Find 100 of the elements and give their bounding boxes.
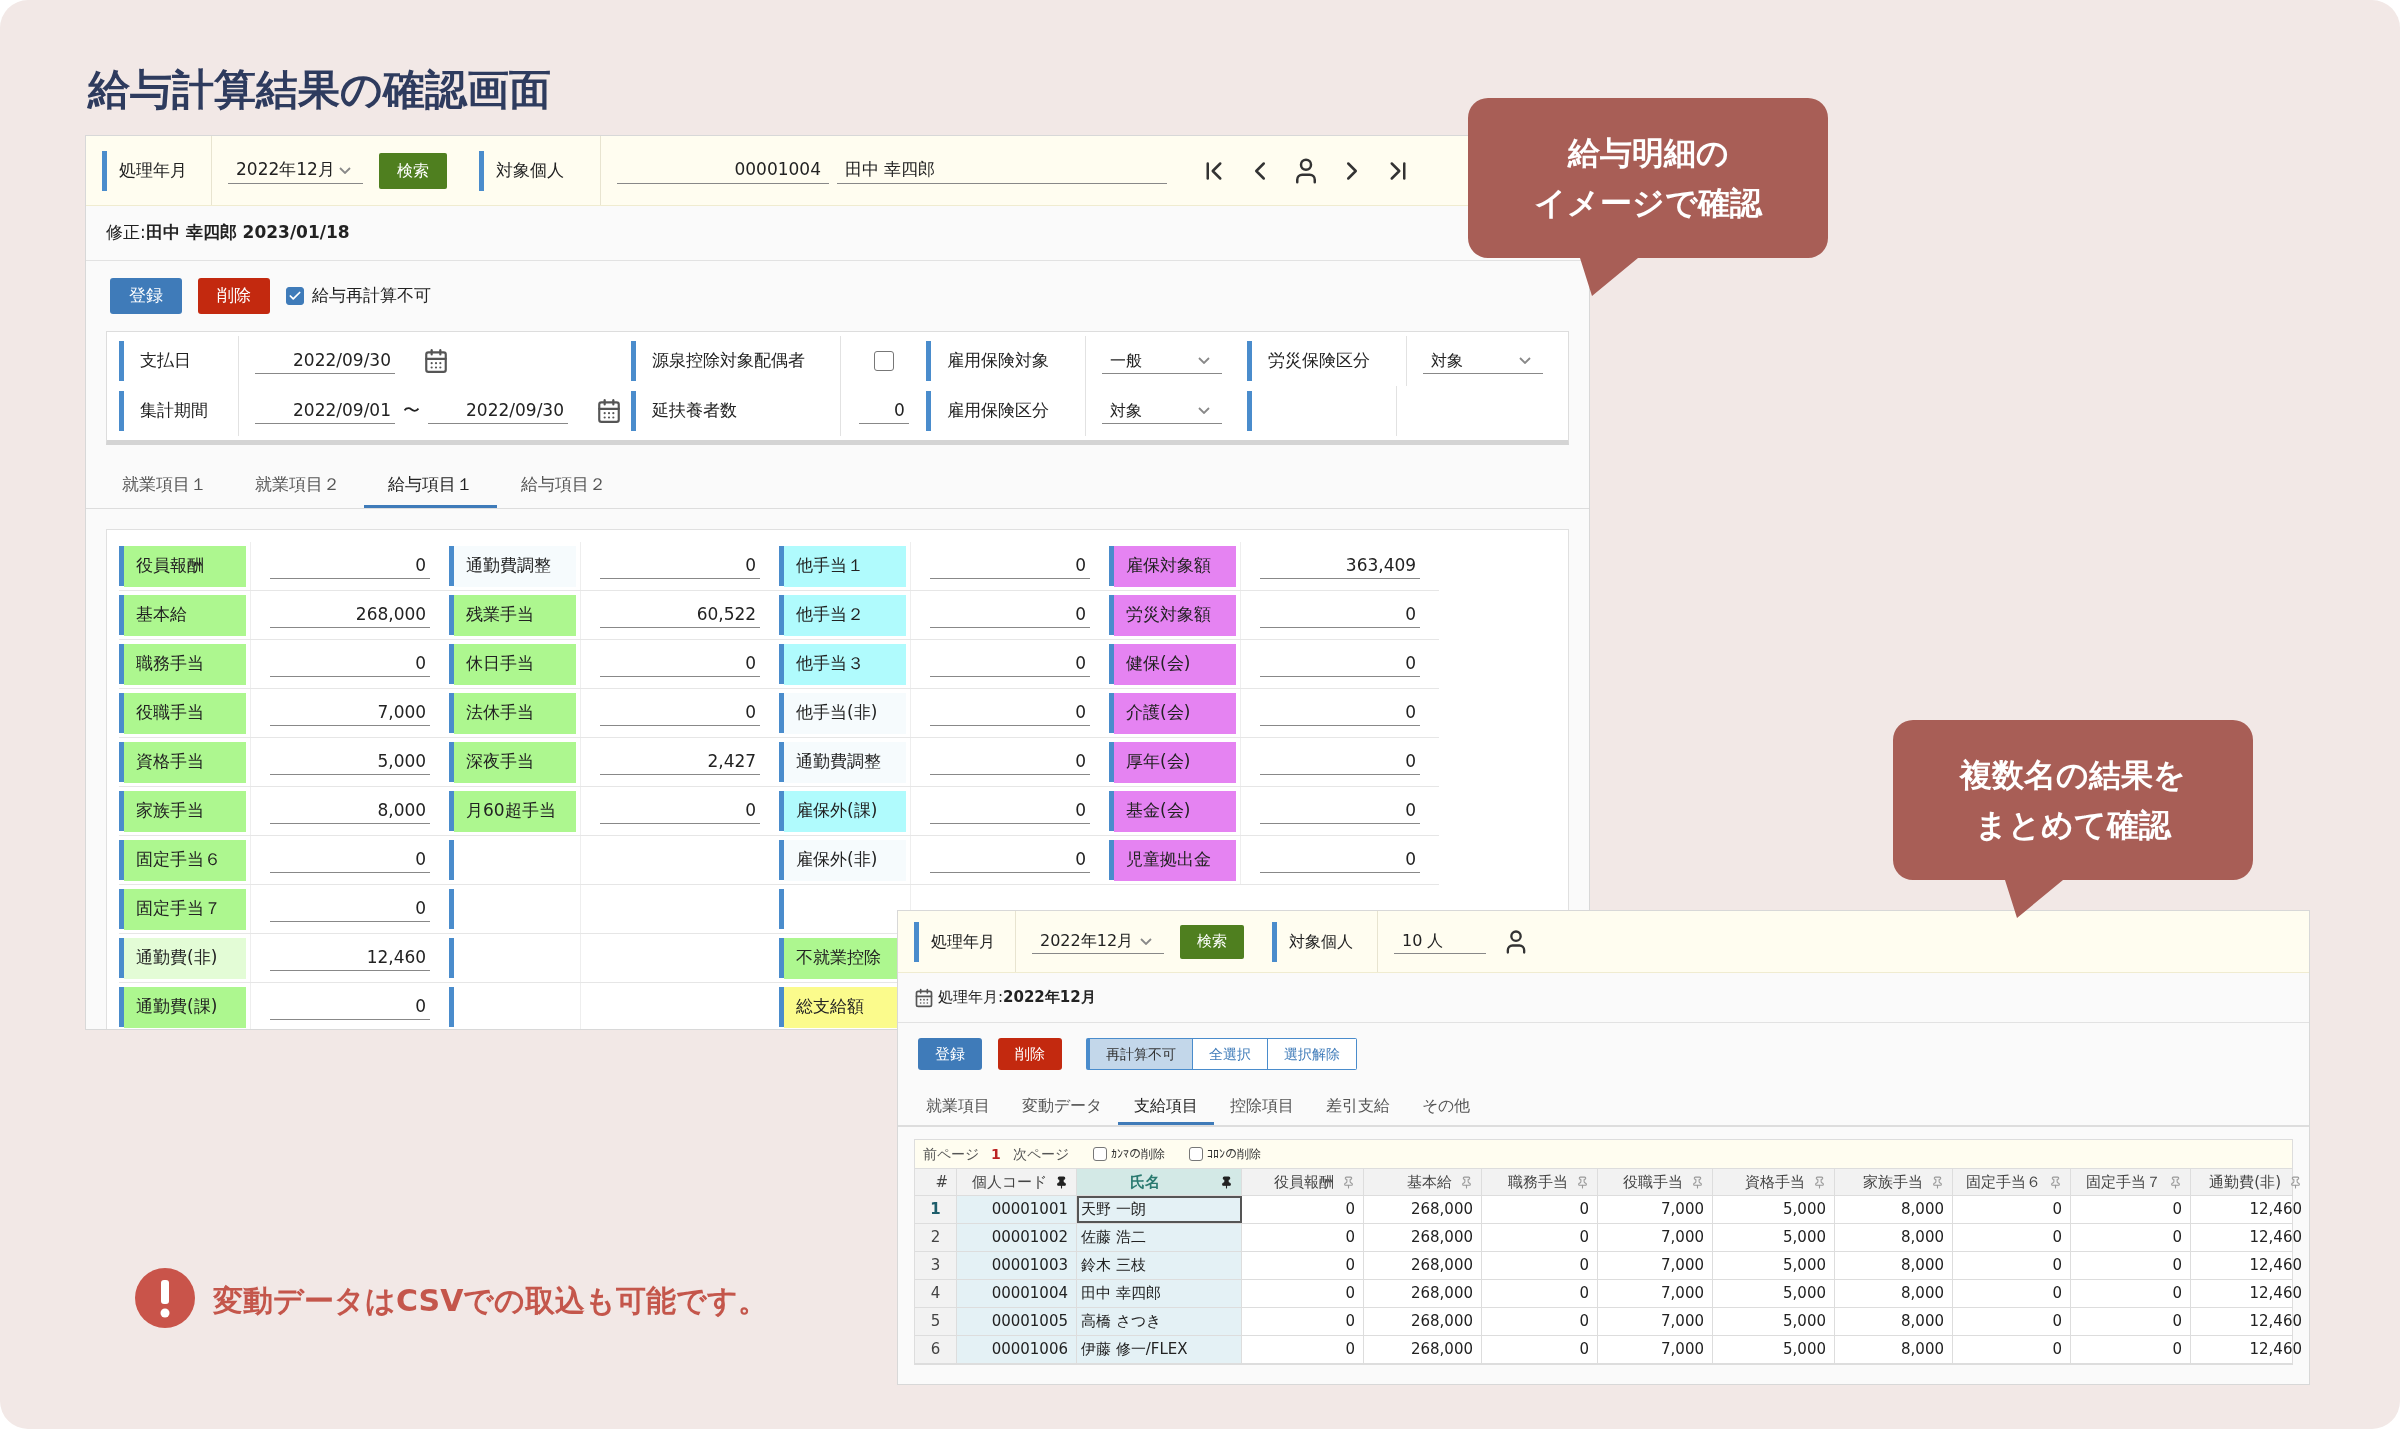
amount-field[interactable]: 0	[1260, 699, 1421, 727]
select-field[interactable]: 2022年12月	[228, 157, 363, 184]
table-cell: 0	[1482, 1308, 1598, 1335]
previous-page-link[interactable]: 前ページ	[923, 1143, 979, 1165]
amount-field[interactable]: 0	[1260, 797, 1421, 825]
row-number[interactable]: 1	[915, 1196, 957, 1223]
item-label: 他手当(非)	[784, 692, 907, 734]
amount-field[interactable]: 0	[270, 552, 431, 580]
register-button[interactable]: 登録	[110, 278, 182, 314]
amount-field[interactable]: 0	[600, 552, 761, 580]
amount-field[interactable]: 0	[600, 650, 761, 678]
number-field[interactable]: 0	[858, 397, 909, 425]
amount-field[interactable]: 0	[930, 846, 1091, 874]
item-label: 介護(会)	[1114, 692, 1237, 734]
column-header[interactable]: 基本給	[1364, 1169, 1482, 1195]
amount-field[interactable]: 0	[930, 650, 1091, 678]
amount-field[interactable]: 0	[930, 797, 1091, 825]
amount-field[interactable]: 0	[1260, 846, 1421, 874]
amount-field[interactable]: 5,000	[270, 748, 431, 776]
amount-field[interactable]: 0	[270, 846, 431, 874]
tab[interactable]: 変動データ	[1006, 1094, 1118, 1125]
amount-field[interactable]: 0	[930, 552, 1091, 580]
checkbox[interactable]	[1188, 1147, 1203, 1161]
calendar-icon[interactable]	[423, 348, 449, 374]
tab[interactable]: 給与項目２	[497, 471, 630, 508]
tab[interactable]: その他	[1406, 1094, 1486, 1125]
amount-field[interactable]: 0	[270, 895, 431, 923]
checkbox-label[interactable]: ｺﾛﾝの削除	[1206, 1145, 1261, 1163]
tab[interactable]: 就業項目１	[98, 471, 231, 508]
column-header[interactable]: #	[915, 1169, 957, 1195]
employee-name-field[interactable]: 田中 幸四郎	[837, 157, 1167, 184]
delete-button[interactable]: 削除	[998, 1038, 1062, 1070]
amount-field[interactable]: 268,000	[270, 601, 431, 629]
amount-field[interactable]: 12,460	[270, 944, 431, 972]
column-header[interactable]: 役職手当	[1598, 1169, 1713, 1195]
table-cell: 鈴木 三枝	[1077, 1252, 1242, 1279]
checkbox-label[interactable]: 給与再計算不可	[312, 283, 431, 309]
row-number[interactable]: 5	[915, 1308, 957, 1335]
column-header[interactable]: 家族手当	[1835, 1169, 1953, 1195]
row-number[interactable]: 4	[915, 1280, 957, 1307]
amount-field[interactable]: 0	[600, 699, 761, 727]
column-header[interactable]: 固定手当６	[1953, 1169, 2071, 1195]
select-field[interactable]: 一般	[1102, 348, 1223, 374]
row-number[interactable]: 6	[915, 1336, 957, 1363]
tab[interactable]: 差引支給	[1310, 1094, 1406, 1125]
column-header[interactable]: 氏名	[1077, 1169, 1242, 1195]
delete-button[interactable]: 削除	[198, 278, 270, 314]
amount-field[interactable]: 60,522	[600, 601, 761, 629]
amount-field[interactable]: 0	[930, 699, 1091, 727]
row-number[interactable]: 3	[915, 1252, 957, 1279]
amount-field[interactable]: 0	[270, 993, 431, 1021]
date-field[interactable]: 2022/09/30	[255, 347, 395, 375]
amount-field[interactable]: 363,409	[1260, 552, 1421, 580]
search-button[interactable]: 検索	[1180, 924, 1244, 959]
search-button[interactable]: 検索	[379, 152, 447, 189]
amount-field[interactable]: 0	[1260, 748, 1421, 776]
employee-code-field[interactable]: 00001004	[617, 157, 829, 184]
column-header[interactable]: 職務手当	[1482, 1169, 1598, 1195]
select-field[interactable]: 対象	[1423, 348, 1544, 374]
register-button[interactable]: 登録	[918, 1038, 982, 1070]
toggle-button[interactable]: 再計算不可	[1090, 1039, 1193, 1069]
item-label: 労災対象額	[1114, 594, 1237, 636]
table-cell: 8,000	[1835, 1196, 1953, 1223]
amount-field[interactable]: 8,000	[270, 797, 431, 825]
checkbox[interactable]	[1092, 1147, 1107, 1161]
date-field[interactable]: 2022/09/01	[255, 397, 395, 425]
amount-field[interactable]: 0	[600, 797, 761, 825]
checkbox-label[interactable]: ｶﾝﾏの削除	[1110, 1145, 1165, 1163]
column-header[interactable]: 役員報酬	[1242, 1169, 1364, 1195]
amount-field[interactable]: 7,000	[270, 699, 431, 727]
pin-icon[interactable]	[1220, 1175, 1233, 1189]
checkbox[interactable]	[873, 351, 894, 371]
select-field[interactable]: 2022年12月	[1032, 929, 1164, 954]
calendar-icon[interactable]	[596, 398, 622, 424]
next-page-link[interactable]: 次ページ	[1012, 1143, 1069, 1165]
checkbox[interactable]	[286, 287, 304, 305]
tab[interactable]: 支給項目	[1118, 1094, 1214, 1125]
amount-field[interactable]: 0	[1260, 650, 1421, 678]
pin-icon[interactable]	[1055, 1175, 1068, 1189]
person-count-field[interactable]: 10 人	[1394, 929, 1486, 954]
tab[interactable]: 控除項目	[1214, 1094, 1310, 1125]
column-header[interactable]: 固定手当７	[2071, 1169, 2191, 1195]
tab[interactable]: 就業項目２	[231, 471, 364, 508]
amount-field[interactable]: 0	[930, 748, 1091, 776]
column-header[interactable]: 資格手当	[1713, 1169, 1835, 1195]
amount-field[interactable]: 0	[1260, 601, 1421, 629]
field-label: 集計期間	[140, 399, 208, 423]
select-field[interactable]: 対象	[1102, 398, 1223, 424]
tab[interactable]: 就業項目	[910, 1094, 1006, 1125]
column-header[interactable]: 通勤費(非)	[2191, 1169, 2309, 1195]
tab[interactable]: 給与項目１	[364, 471, 497, 508]
amount-field[interactable]: 2,427	[600, 748, 761, 776]
table-cell: 0	[1953, 1224, 2071, 1251]
amount-field[interactable]: 0	[930, 601, 1091, 629]
amount-field[interactable]: 0	[270, 650, 431, 678]
date-field[interactable]: 2022/09/30	[428, 397, 568, 425]
toggle-button[interactable]: 選択解除	[1268, 1039, 1356, 1069]
row-number[interactable]: 2	[915, 1224, 957, 1251]
toggle-button[interactable]: 全選択	[1193, 1039, 1268, 1069]
table-cell: 佐藤 浩二	[1077, 1224, 1242, 1251]
